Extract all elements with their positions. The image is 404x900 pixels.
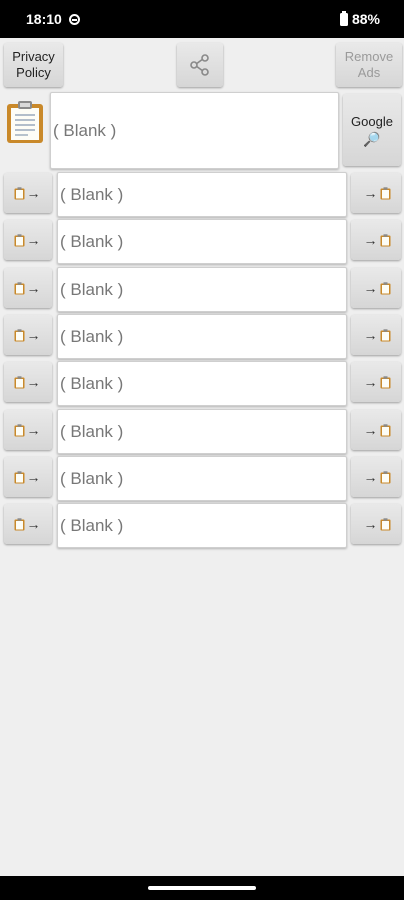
clip-text-field[interactable]: ( Blank ) <box>57 361 347 406</box>
clipboard-icon <box>14 423 24 436</box>
copy-to-clipboard-button[interactable]: → <box>351 173 401 213</box>
paste-to-field-button[interactable]: → <box>4 220 52 260</box>
clip-text-field[interactable]: ( Blank ) <box>57 456 347 501</box>
arrow-right-icon: → <box>26 374 41 390</box>
clip-text-field[interactable]: ( Blank ) <box>57 172 347 217</box>
clip-text-field[interactable]: ( Blank ) <box>57 219 347 264</box>
clipboard-icon <box>14 281 24 294</box>
clipboard-icon <box>14 517 24 530</box>
copy-to-clipboard-button[interactable]: → <box>351 410 401 450</box>
arrow-right-icon: → <box>363 232 378 248</box>
copy-to-clipboard-button[interactable]: → <box>351 268 401 308</box>
status-left: 18:10 <box>26 11 80 27</box>
arrow-right-icon: → <box>363 516 378 532</box>
paste-to-field-button[interactable]: → <box>4 268 52 308</box>
arrow-right-icon: → <box>26 516 41 532</box>
battery-percent: 88% <box>351 11 380 27</box>
clip-text-value: ( Blank ) <box>60 279 124 299</box>
main-text-value: ( Blank ) <box>53 120 117 140</box>
clip-text-field[interactable]: ( Blank ) <box>57 409 347 454</box>
arrow-right-icon: → <box>363 327 378 343</box>
arrow-right-icon: → <box>363 185 378 201</box>
status-time: 18:10 <box>26 11 62 27</box>
paste-to-field-button[interactable]: → <box>4 457 52 497</box>
clip-text-value: ( Blank ) <box>60 468 124 488</box>
clip-text-field[interactable]: ( Blank ) <box>57 314 347 359</box>
share-button[interactable] <box>177 43 223 87</box>
google-search-button[interactable]: Google 🔎 <box>343 94 401 166</box>
clipboard-icon <box>14 328 24 341</box>
clipboard-icon <box>380 517 390 530</box>
arrow-right-icon: → <box>26 469 41 485</box>
clip-text-value: ( Blank ) <box>60 421 124 441</box>
paste-to-field-button[interactable]: → <box>4 315 52 355</box>
clip-text-field[interactable]: ( Blank ) <box>57 267 347 312</box>
clipboard-icon <box>380 423 390 436</box>
clipboard-icon <box>380 186 390 199</box>
clip-text-field[interactable]: ( Blank ) <box>57 503 347 548</box>
status-right: 88% <box>339 10 380 27</box>
copy-to-clipboard-button[interactable]: → <box>351 504 401 544</box>
clip-text-value: ( Blank ) <box>60 373 124 393</box>
status-bar: 18:10 88% <box>0 0 404 38</box>
copy-to-clipboard-button[interactable]: → <box>351 315 401 355</box>
clipboard-icon <box>380 281 390 294</box>
do-not-disturb-icon <box>68 13 80 25</box>
paste-to-field-button[interactable]: → <box>4 410 52 450</box>
paste-to-field-button[interactable]: → <box>4 173 52 213</box>
arrow-right-icon: → <box>26 422 41 438</box>
google-label: Google <box>351 113 393 129</box>
paste-to-field-button[interactable]: → <box>4 504 52 544</box>
arrow-right-icon: → <box>363 469 378 485</box>
arrow-right-icon: → <box>26 185 41 201</box>
clipboard-icon <box>380 375 390 388</box>
clipboard-icon <box>380 470 390 483</box>
clipboard-icon <box>380 328 390 341</box>
clipboard-icon <box>14 470 24 483</box>
paste-to-field-button[interactable]: → <box>4 362 52 402</box>
privacy-policy-button[interactable]: Privacy Policy <box>4 43 63 87</box>
copy-to-clipboard-button[interactable]: → <box>351 220 401 260</box>
battery-icon <box>339 10 348 26</box>
arrow-right-icon: → <box>363 374 378 390</box>
copy-to-clipboard-button[interactable]: → <box>351 362 401 402</box>
home-gesture-handle[interactable] <box>148 886 256 890</box>
main-text-field[interactable]: ( Blank ) <box>50 92 339 169</box>
magnifier-icon: 🔎 <box>363 130 381 147</box>
remove-ads-button[interactable]: Remove Ads <box>336 43 402 87</box>
clip-text-value: ( Blank ) <box>60 231 124 251</box>
clipboard-icon <box>7 101 43 143</box>
clip-text-value: ( Blank ) <box>60 326 124 346</box>
remove-ads-label: Remove Ads <box>344 49 394 80</box>
privacy-policy-label: Privacy Policy <box>12 49 55 80</box>
arrow-right-icon: → <box>26 327 41 343</box>
share-icon <box>190 54 209 76</box>
clip-text-value: ( Blank ) <box>60 184 124 204</box>
copy-to-clipboard-button[interactable]: → <box>351 457 401 497</box>
navigation-bar <box>0 876 404 900</box>
clipboard-icon <box>14 233 24 246</box>
clipboard-icon <box>380 233 390 246</box>
arrow-right-icon: → <box>26 232 41 248</box>
arrow-right-icon: → <box>363 422 378 438</box>
clip-text-value: ( Blank ) <box>60 515 124 535</box>
arrow-right-icon: → <box>363 280 378 296</box>
clipboard-icon <box>14 375 24 388</box>
arrow-right-icon: → <box>26 280 41 296</box>
clipboard-icon <box>14 186 24 199</box>
